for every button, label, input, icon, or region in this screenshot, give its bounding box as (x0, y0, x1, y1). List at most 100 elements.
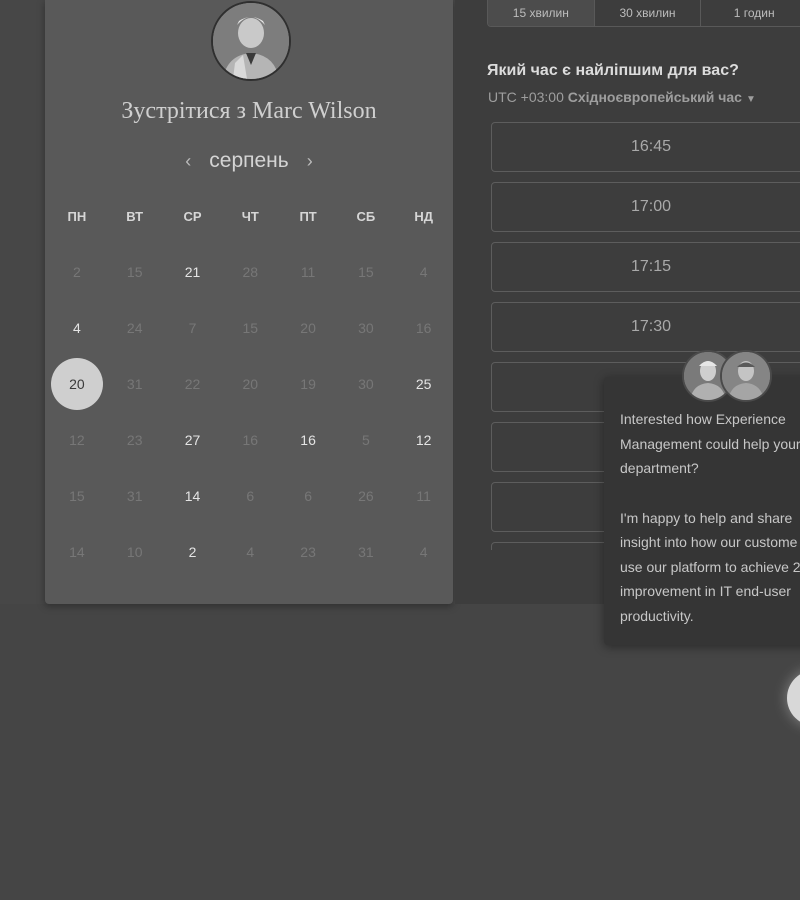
calendar-day-number: 28 (242, 264, 259, 280)
calendar-day[interactable]: 14 (164, 468, 222, 524)
chat-avatars (682, 350, 772, 402)
calendar-day-number: 14 (184, 488, 201, 504)
calendar-day-number: 14 (69, 544, 85, 560)
calendar-day-number: 24 (126, 320, 143, 336)
time-slot-button[interactable]: 17:30 (491, 302, 800, 352)
calendar-day-number: 20 (300, 320, 316, 336)
calendar-day[interactable]: 27 (164, 412, 222, 468)
calendar-day: 6 (221, 468, 279, 524)
page: Зустрітися з Marc Wilson ‹ серпень › ПН В… (0, 0, 800, 900)
calendar-week-row: 12 23 27 16 16 5 12 (48, 412, 453, 468)
calendar-day: 15 (337, 244, 395, 300)
calendar-day: 19 (279, 356, 337, 412)
month-label: серпень (209, 149, 289, 172)
calendar-day: 4 (395, 244, 453, 300)
caret-down-icon: ▼ (745, 94, 756, 105)
time-slot-button[interactable]: 17:00 (491, 182, 800, 232)
agent-avatar (720, 350, 772, 402)
calendar-day-number: 6 (304, 488, 312, 504)
calendar-day[interactable]: 2 (164, 524, 222, 580)
calendar-day-number: 31 (358, 544, 374, 560)
calendar-day-number: 11 (416, 488, 431, 504)
calendar-day-number: 15 (126, 264, 143, 280)
calendar-day-number: 31 (126, 488, 143, 504)
calendar-day: 5 (337, 412, 395, 468)
time-slot-button[interactable]: 17:15 (491, 242, 800, 292)
calendar-day-number: 23 (126, 432, 143, 448)
timezone-selector[interactable]: UTC +03:00 Східноєвропейський час ▼ (488, 89, 756, 105)
calendar-day: 16 (395, 300, 453, 356)
calendar-day: 7 (164, 300, 222, 356)
duration-tab[interactable]: 1 годин (701, 0, 800, 26)
chat-launcher-button[interactable] (787, 670, 800, 726)
weekday-label: НД (414, 208, 433, 224)
calendar-day: 4 (395, 524, 453, 580)
calendar-day-number: 20 (242, 376, 259, 392)
weekday-label: ЧТ (241, 208, 259, 224)
calendar-week-row: 2 15 21 28 11 15 4 (48, 244, 453, 300)
chat-line: use our platform to achieve 2 (620, 558, 800, 575)
calendar-day: 23 (279, 524, 337, 580)
calendar-day: 31 (106, 356, 164, 412)
calendar-day[interactable]: 25 (395, 356, 453, 412)
person-icon (722, 352, 770, 400)
calendar-card: Зустрітися з Marc Wilson ‹ серпень › ПН В… (45, 0, 453, 604)
chat-message: Interested how Experience Management coul… (620, 407, 800, 653)
calendar-day-number: 31 (126, 376, 143, 392)
calendar-day-number: 15 (69, 488, 85, 504)
duration-tabs: 15 хвилин 30 хвилин 1 годин (487, 0, 800, 27)
calendar-week-row: 15 31 14 6 6 26 11 (48, 468, 453, 524)
calendar-day: 12 (48, 412, 106, 468)
calendar-day[interactable]: 16 (279, 412, 337, 468)
chat-line: improvement in IT end-user (620, 583, 791, 599)
calendar-day-number: 19 (300, 376, 316, 392)
calendar-day[interactable]: 12 (395, 412, 453, 468)
calendar-day-number: 25 (415, 376, 432, 392)
calendar-day-number: 16 (300, 432, 316, 448)
calendar-day-number: 10 (126, 544, 143, 560)
chat-paragraph: Interested how Experience Management coul… (620, 407, 800, 481)
calendar-day-number: 16 (415, 320, 432, 336)
calendar-day-number: 7 (188, 320, 197, 336)
chat-line: department? (620, 460, 699, 476)
chevron-right-icon[interactable]: › (307, 151, 313, 172)
calendar-day-number: 15 (242, 320, 259, 336)
calendar-day: 23 (106, 412, 164, 468)
weekday-label: ВТ (126, 208, 144, 224)
calendar-day-selected[interactable]: 20 (48, 356, 106, 412)
calendar-day: 16 (221, 412, 279, 468)
chat-line: Interested how Experience (620, 411, 786, 427)
weekday-label: ПТ (299, 208, 317, 224)
calendar-day: 15 (106, 244, 164, 300)
chat-line: I'm happy to help and share (620, 509, 793, 526)
calendar-day: 6 (279, 468, 337, 524)
calendar-day-number: 23 (300, 544, 316, 560)
month-navigation: ‹ серпень › (45, 146, 453, 176)
calendar-day-number: 12 (69, 432, 85, 448)
duration-tab[interactable]: 30 хвилин (595, 0, 702, 26)
calendar-day-number: 12 (415, 432, 432, 448)
calendar-day: 30 (337, 300, 395, 356)
calendar-day[interactable]: 4 (48, 300, 106, 356)
weekday-label: СР (183, 208, 202, 224)
calendar-day: 2 (48, 244, 106, 300)
chat-popup[interactable]: Interested how Experience Management coul… (604, 377, 800, 645)
calendar-day: 20 (221, 356, 279, 412)
chevron-left-icon[interactable]: ‹ (185, 151, 191, 172)
calendar-day-number: 6 (246, 488, 255, 504)
timezone-offset: UTC +03:00 (488, 89, 564, 105)
calendar-day: 26 (337, 468, 395, 524)
page-title: Зустрітися з Marc Wilson (121, 98, 377, 124)
duration-tab[interactable]: 15 хвилин (488, 0, 595, 26)
calendar-day: 24 (106, 300, 164, 356)
calendar-day-number: 20 (50, 358, 103, 410)
time-slot-button[interactable]: 16:45 (491, 122, 800, 172)
calendar-day: 10 (106, 524, 164, 580)
weekday-header-row: ПН ВТ СР ЧТ ПТ СБ НД (48, 188, 453, 244)
calendar-day: 15 (221, 300, 279, 356)
calendar-day-number: 5 (361, 432, 370, 448)
calendar-day: 20 (279, 300, 337, 356)
calendar-day-number: 4 (419, 264, 428, 280)
calendar-day[interactable]: 21 (164, 244, 222, 300)
calendar-day-number: 16 (242, 432, 259, 448)
